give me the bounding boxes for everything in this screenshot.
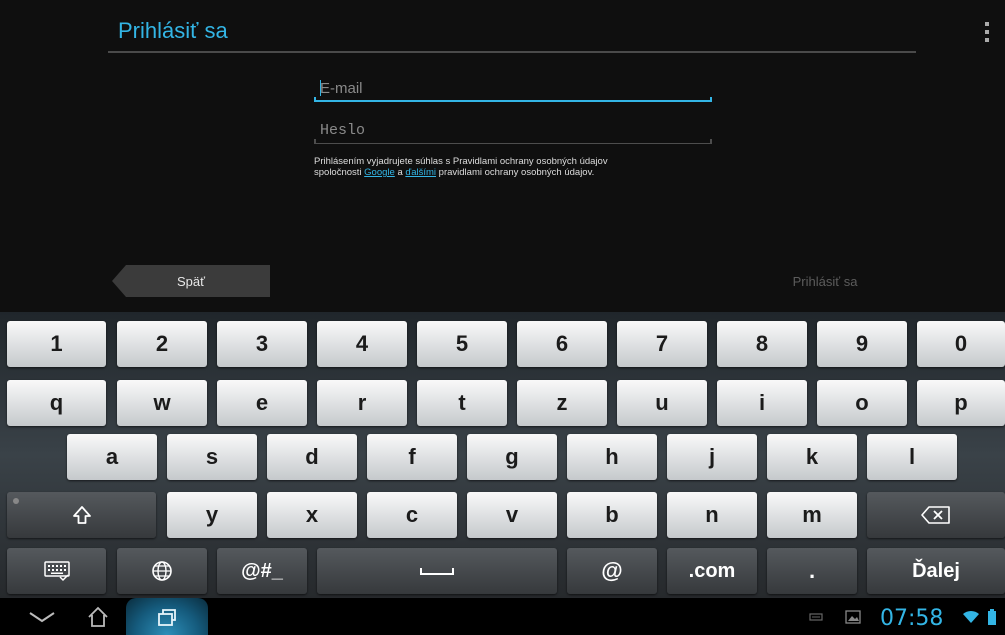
key-2[interactable]: 2 bbox=[117, 321, 207, 367]
email-underline bbox=[314, 97, 712, 102]
key-p[interactable]: p bbox=[917, 380, 1005, 426]
backspace-key[interactable] bbox=[867, 492, 1005, 538]
wifi-status bbox=[960, 598, 982, 635]
battery-icon bbox=[988, 608, 996, 625]
back-icon bbox=[29, 611, 55, 622]
key-6[interactable]: 6 bbox=[517, 321, 607, 367]
space-icon bbox=[420, 568, 454, 575]
next-key[interactable]: Ďalej bbox=[867, 548, 1005, 594]
other-privacy-link[interactable]: ďalšími bbox=[405, 167, 436, 178]
keyboard-settings-icon bbox=[43, 561, 70, 582]
key-1[interactable]: 1 bbox=[7, 321, 106, 367]
key-i[interactable]: i bbox=[717, 380, 807, 426]
key-4[interactable]: 4 bbox=[317, 321, 407, 367]
notice-text: spoločnosti bbox=[314, 167, 365, 178]
password-field[interactable] bbox=[314, 118, 712, 144]
recent-apps-icon bbox=[158, 608, 176, 626]
sign-in-button[interactable]: Prihlásiť sa bbox=[760, 270, 890, 294]
back-nav-button[interactable] bbox=[20, 598, 64, 635]
key-m[interactable]: m bbox=[767, 492, 857, 538]
symbols-key[interactable]: @#_ bbox=[217, 548, 307, 594]
key-o[interactable]: o bbox=[817, 380, 907, 426]
key-5[interactable]: 5 bbox=[417, 321, 507, 367]
sign-in-screen: Prihlásiť sa Prihlásením vyjadrujete súh… bbox=[0, 0, 1005, 312]
notice-line-2: spoločnosti Google a ďalšími pravidlami … bbox=[314, 167, 744, 178]
privacy-notice: Prihlásením vyjadrujete súhlas s Pravidl… bbox=[314, 156, 744, 178]
key-l[interactable]: l bbox=[867, 434, 957, 480]
key-r[interactable]: r bbox=[317, 380, 407, 426]
shift-icon bbox=[72, 506, 91, 524]
at-key[interactable]: @ bbox=[567, 548, 657, 594]
shift-key[interactable] bbox=[7, 492, 156, 538]
password-input[interactable] bbox=[314, 118, 712, 142]
key-w[interactable]: w bbox=[117, 380, 207, 426]
home-nav-button[interactable] bbox=[78, 598, 118, 635]
space-key[interactable] bbox=[317, 548, 557, 594]
key-d[interactable]: d bbox=[267, 434, 357, 480]
home-icon bbox=[88, 606, 108, 627]
backspace-icon bbox=[921, 506, 950, 524]
key-7[interactable]: 7 bbox=[617, 321, 707, 367]
back-button-label: Späť bbox=[176, 273, 205, 289]
key-f[interactable]: f bbox=[367, 434, 457, 480]
key-h[interactable]: h bbox=[567, 434, 657, 480]
key-u[interactable]: u bbox=[617, 380, 707, 426]
text-cursor bbox=[320, 80, 321, 96]
notice-line-1: Prihlásením vyjadrujete súhlas s Pravidl… bbox=[314, 156, 608, 167]
sign-in-button-label: Prihlásiť sa bbox=[792, 274, 858, 289]
battery-status bbox=[984, 598, 1000, 635]
keyboard-indicator-icon bbox=[809, 612, 823, 621]
key-c[interactable]: c bbox=[367, 492, 457, 538]
notice-text: pravidlami ochrany osobných údajov. bbox=[436, 167, 595, 178]
image-notification[interactable] bbox=[842, 598, 864, 635]
globe-icon bbox=[152, 561, 172, 581]
page-title: Prihlásiť sa bbox=[118, 18, 228, 43]
key-z[interactable]: z bbox=[517, 380, 607, 426]
image-notification-icon bbox=[845, 609, 861, 624]
recent-apps-button[interactable] bbox=[126, 598, 208, 635]
key-y[interactable]: y bbox=[167, 492, 257, 538]
wifi-icon bbox=[963, 610, 979, 623]
key-b[interactable]: b bbox=[567, 492, 657, 538]
google-privacy-link[interactable]: Google bbox=[364, 167, 395, 178]
key-0[interactable]: 0 bbox=[917, 321, 1005, 367]
key-t[interactable]: t bbox=[417, 380, 507, 426]
clock: 07:58 bbox=[880, 606, 944, 631]
email-field[interactable] bbox=[314, 76, 712, 102]
system-bar bbox=[0, 598, 1005, 635]
keyboard-indicator[interactable] bbox=[806, 598, 826, 635]
password-underline bbox=[314, 139, 712, 144]
key-j[interactable]: j bbox=[667, 434, 757, 480]
dotcom-key[interactable]: .com bbox=[667, 548, 757, 594]
key-g[interactable]: g bbox=[467, 434, 557, 480]
period-key[interactable]: . bbox=[767, 548, 857, 594]
key-3[interactable]: 3 bbox=[217, 321, 307, 367]
key-n[interactable]: n bbox=[667, 492, 757, 538]
caps-lock-indicator bbox=[13, 498, 19, 504]
keyboard-settings-key[interactable] bbox=[7, 548, 106, 594]
key-a[interactable]: a bbox=[67, 434, 157, 480]
key-k[interactable]: k bbox=[767, 434, 857, 480]
on-screen-keyboard: 1 2 3 4 5 6 7 8 9 0 q w e r t z u i o p … bbox=[0, 312, 1005, 598]
title-divider bbox=[108, 51, 916, 53]
key-8[interactable]: 8 bbox=[717, 321, 807, 367]
language-key[interactable] bbox=[117, 548, 207, 594]
key-x[interactable]: x bbox=[267, 492, 357, 538]
email-input[interactable] bbox=[314, 76, 712, 100]
key-e[interactable]: e bbox=[217, 380, 307, 426]
key-9[interactable]: 9 bbox=[817, 321, 907, 367]
key-s[interactable]: s bbox=[167, 434, 257, 480]
key-v[interactable]: v bbox=[467, 492, 557, 538]
key-q[interactable]: q bbox=[7, 380, 106, 426]
overflow-menu-icon[interactable] bbox=[984, 22, 990, 42]
back-button[interactable]: Späť bbox=[112, 265, 270, 297]
notice-text: a bbox=[394, 167, 406, 178]
